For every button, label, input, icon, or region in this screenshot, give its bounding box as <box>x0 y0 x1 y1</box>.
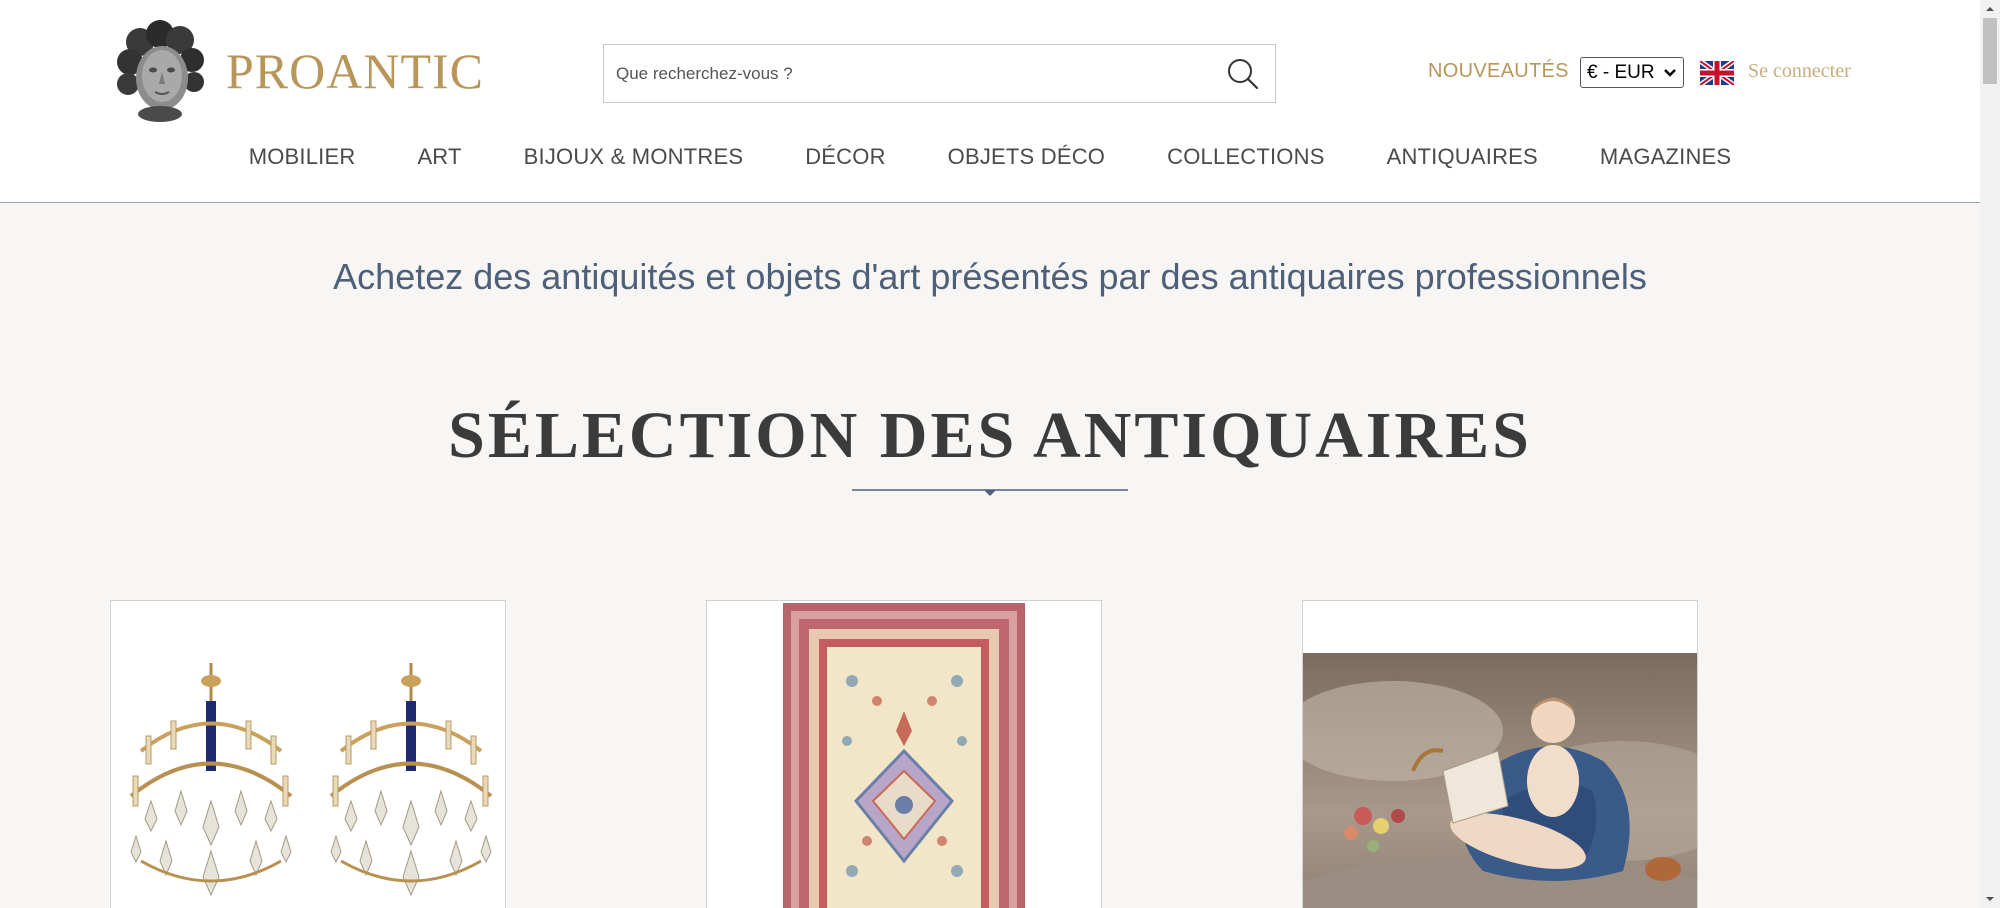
search-input[interactable] <box>604 45 1211 102</box>
nav-item-decor[interactable]: DÉCOR <box>805 144 885 170</box>
scroll-up-arrow-icon[interactable] <box>1980 0 2000 18</box>
scroll-down-arrow-icon[interactable] <box>1980 890 2000 908</box>
section-title: SÉLECTION DES ANTIQUAIRES <box>448 399 1532 472</box>
title-divider <box>852 489 1128 496</box>
uk-flag-icon[interactable] <box>1700 61 1734 85</box>
logo-text: PROANTIC <box>226 43 485 99</box>
site-header: PROANTIC NOUVEAUTÉS € - EUR Se connecter… <box>0 0 1980 203</box>
search-button[interactable] <box>1211 45 1275 102</box>
scrollbar-thumb[interactable] <box>1983 18 1997 84</box>
product-card-painting[interactable] <box>1302 600 1698 908</box>
currency-select[interactable]: € - EUR <box>1580 57 1684 88</box>
nav-item-mobilier[interactable]: MOBILIER <box>249 144 356 170</box>
persian-rug-image <box>783 603 1025 908</box>
main-nav: MOBILIER ART BIJOUX & MONTRES DÉCOR OBJE… <box>0 144 1980 170</box>
nav-item-art[interactable]: ART <box>417 144 461 170</box>
logo-bust-icon <box>117 20 204 122</box>
search-bar <box>603 44 1276 103</box>
new-items-link[interactable]: NOUVEAUTÉS <box>1428 60 1569 83</box>
page-tagline: Achetez des antiquités et objets d'art p… <box>333 256 1647 297</box>
nav-item-magazines[interactable]: MAGAZINES <box>1600 144 1731 170</box>
nav-item-bijoux-montres[interactable]: BIJOUX & MONTRES <box>524 144 744 170</box>
login-link[interactable]: Se connecter <box>1748 60 1851 83</box>
chevron-down-icon <box>1664 69 1676 77</box>
nav-item-collections[interactable]: COLLECTIONS <box>1167 144 1324 170</box>
chandelier-image <box>129 663 493 897</box>
search-icon <box>1228 58 1259 89</box>
nav-item-objets-deco[interactable]: OBJETS DÉCO <box>948 144 1105 170</box>
logo-link[interactable]: PROANTIC <box>110 20 484 122</box>
rococo-painting-image <box>1303 653 1697 908</box>
page-scrollbar[interactable] <box>1980 0 2000 908</box>
product-card-rug[interactable] <box>706 600 1102 908</box>
currency-value: € - EUR <box>1587 61 1655 83</box>
product-card-chandeliers[interactable] <box>110 600 506 908</box>
nav-item-antiquaires[interactable]: ANTIQUAIRES <box>1387 144 1538 170</box>
